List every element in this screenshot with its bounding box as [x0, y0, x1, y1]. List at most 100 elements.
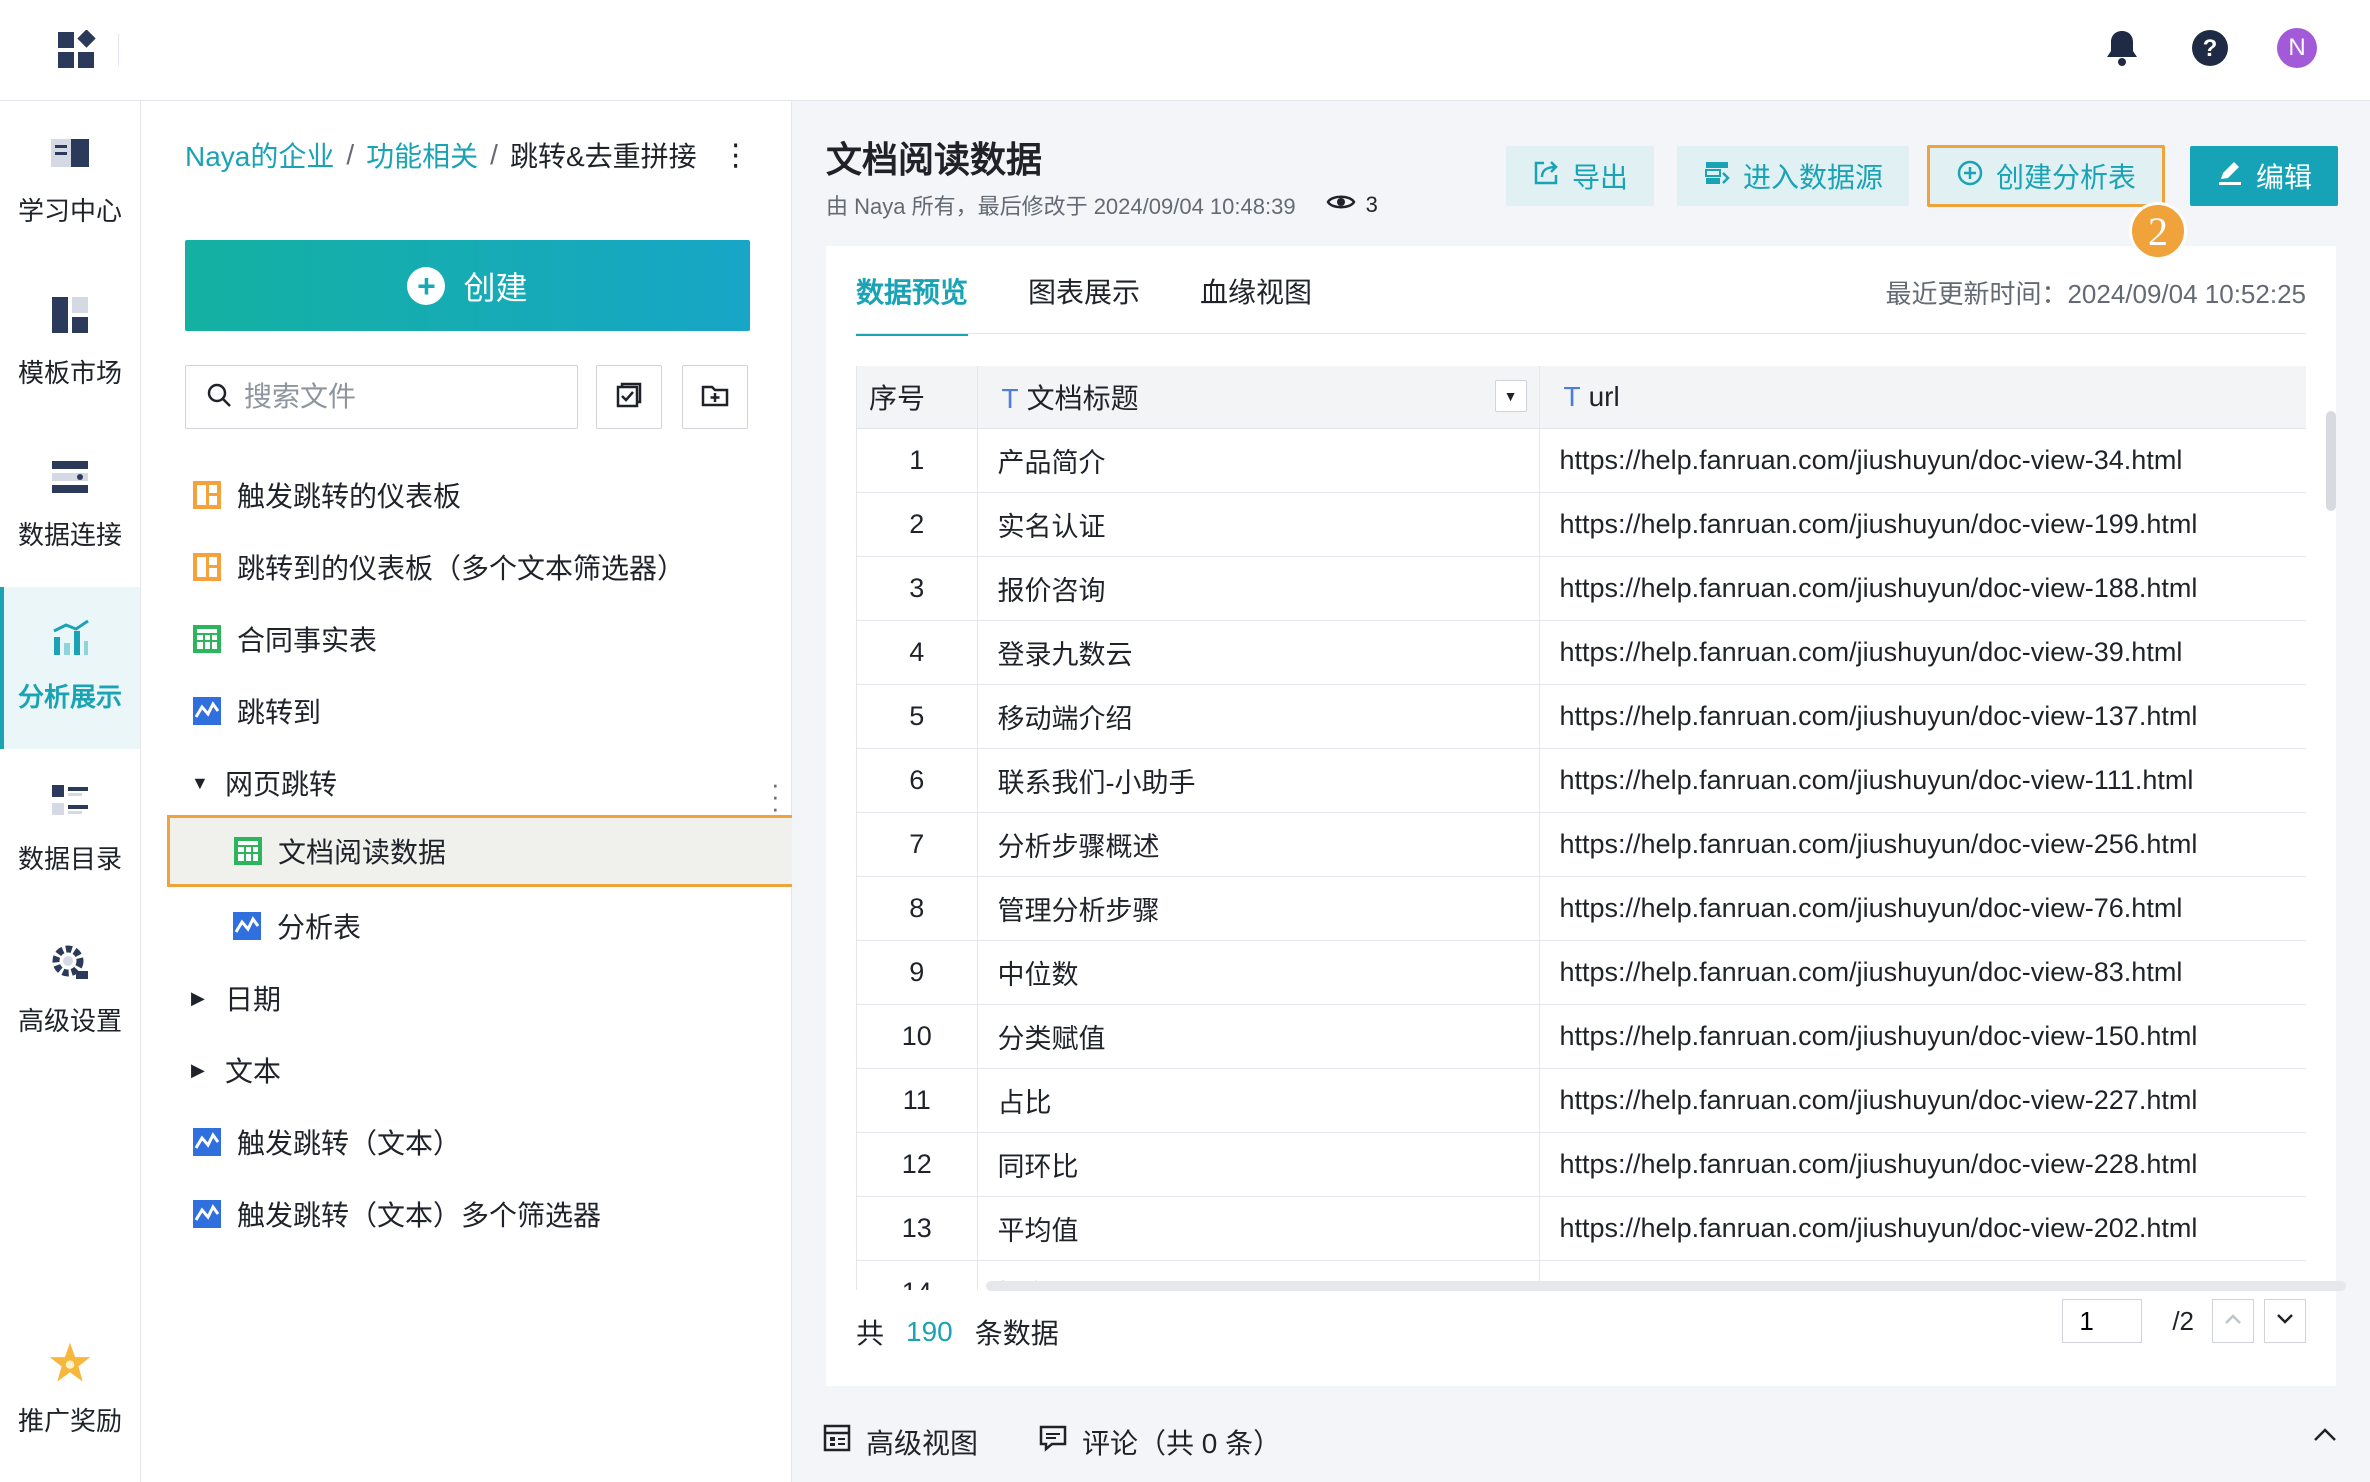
- table-row[interactable]: 5 移动端介绍 https://help.fanruan.com/jiushuyun…: [857, 684, 2306, 749]
- cell-title[interactable]: 登录九数云: [977, 620, 1540, 685]
- cell-title[interactable]: 同环比: [977, 1132, 1540, 1197]
- cell-url[interactable]: https://help.fanruan.com/jiushuyun/doc-v…: [1539, 1004, 2306, 1069]
- prev-page-button[interactable]: [2212, 1299, 2254, 1343]
- caret-right-icon[interactable]: ▶: [191, 1060, 211, 1081]
- help-icon[interactable]: ?: [2190, 28, 2230, 68]
- caret-down-icon[interactable]: ▼: [191, 773, 211, 794]
- tree-item-analysis[interactable]: 触发跳转（文本）: [191, 1112, 461, 1172]
- table-row[interactable]: 12 同环比 https://help.fanruan.com/jiushuyun/…: [857, 1132, 2306, 1197]
- breadcrumb-link[interactable]: Naya的企业: [185, 135, 334, 175]
- cell-index[interactable]: 1: [857, 428, 978, 493]
- column-header-url[interactable]: Turl: [1539, 366, 2306, 429]
- table-row[interactable]: 2 实名认证 https://help.fanruan.com/jiushuyun/…: [857, 492, 2306, 557]
- nav-item-data-connection[interactable]: 数据连接: [0, 425, 140, 587]
- table-row[interactable]: 1 产品简介 https://help.fanruan.com/jiushuyun/…: [857, 428, 2306, 493]
- table-row[interactable]: 7 分析步骤概述 https://help.fanruan.com/jiushuyu…: [857, 812, 2306, 877]
- column-header-title[interactable]: T 文档标题 ▼: [977, 366, 1540, 429]
- cell-url[interactable]: https://help.fanruan.com/jiushuyun/doc-v…: [1539, 876, 2306, 941]
- cell-title[interactable]: 占比: [977, 1068, 1540, 1133]
- search-box[interactable]: [185, 365, 578, 429]
- nav-item-advanced-settings[interactable]: 高级设置: [0, 911, 140, 1073]
- cell-index[interactable]: 9: [857, 940, 978, 1005]
- cell-index[interactable]: 7: [857, 812, 978, 877]
- page-number-input[interactable]: [2062, 1299, 2143, 1343]
- table-row[interactable]: 6 联系我们-小助手 https://help.fanruan.com/jiushu…: [857, 748, 2306, 813]
- cell-title[interactable]: 报价咨询: [977, 556, 1540, 621]
- cell-index[interactable]: 4: [857, 620, 978, 685]
- cell-title[interactable]: 移动端介绍: [977, 684, 1540, 749]
- batch-select-button[interactable]: [596, 365, 662, 429]
- more-options-icon[interactable]: ⋮: [721, 138, 751, 173]
- table-row[interactable]: 11 占比 https://help.fanruan.com/jiushuyun/d…: [857, 1068, 2306, 1133]
- cell-index[interactable]: 12: [857, 1132, 978, 1197]
- new-folder-button[interactable]: [682, 365, 748, 429]
- cell-index[interactable]: 13: [857, 1196, 978, 1261]
- cell-url[interactable]: https://help.fanruan.com/jiushuyun/doc-v…: [1539, 684, 2306, 749]
- tree-folder-text[interactable]: ▶ 文本: [191, 1040, 281, 1100]
- apps-grid-icon[interactable]: [56, 29, 98, 72]
- nav-item-template-market[interactable]: 模板市场: [0, 263, 140, 425]
- enter-datasource-button[interactable]: 进入数据源: [1677, 146, 1910, 206]
- cell-index[interactable]: 5: [857, 684, 978, 749]
- create-analysis-table-button[interactable]: 创建分析表: [1927, 145, 2166, 207]
- tab-chart-display[interactable]: 图表展示: [1028, 246, 1140, 336]
- cell-title[interactable]: 平均值: [977, 1196, 1540, 1261]
- cell-url[interactable]: https://help.fanruan.com/jiushuyun/doc-v…: [1539, 428, 2306, 493]
- tab-data-preview[interactable]: 数据预览: [856, 246, 969, 336]
- tree-folder-web-jump[interactable]: ▼ 网页跳转: [191, 753, 337, 813]
- chevron-up-icon[interactable]: [2310, 1425, 2340, 1450]
- nav-item-learning-center[interactable]: 学习中心: [0, 101, 140, 263]
- table-row[interactable]: 8 管理分析步骤 https://help.fanruan.com/jiushuyu…: [857, 876, 2306, 941]
- nav-item-data-catalog[interactable]: 数据目录: [0, 749, 140, 911]
- tree-item-dashboard[interactable]: 触发跳转的仪表板: [191, 465, 461, 525]
- table-row[interactable]: 9 中位数 https://help.fanruan.com/jiushuyun/d…: [857, 940, 2306, 1005]
- tab-lineage-view[interactable]: 血缘视图: [1200, 246, 1312, 336]
- table-row[interactable]: 3 报价咨询 https://help.fanruan.com/jiushuyun/…: [857, 556, 2306, 621]
- tree-folder-date[interactable]: ▶ 日期: [191, 968, 281, 1028]
- table-row[interactable]: 13 平均值 https://help.fanruan.com/jiushuyun/…: [857, 1196, 2306, 1261]
- tree-item-table[interactable]: 合同事实表: [191, 609, 377, 669]
- export-button[interactable]: 导出: [1506, 146, 1655, 206]
- cell-title[interactable]: 管理分析步骤: [977, 876, 1540, 941]
- bell-icon[interactable]: [2102, 28, 2142, 68]
- cell-url[interactable]: https://help.fanruan.com/jiushuyun/doc-v…: [1539, 940, 2306, 1005]
- nav-item-promo-rewards[interactable]: 推广奖励: [0, 1311, 140, 1473]
- cell-url[interactable]: https://help.fanruan.com/jiushuyun/doc-v…: [1539, 1132, 2306, 1197]
- cell-url[interactable]: https://help.fanruan.com/jiushuyun/doc-v…: [1539, 1068, 2306, 1133]
- cell-title[interactable]: 联系我们-小助手: [977, 748, 1540, 813]
- cell-url[interactable]: https://help.fanruan.com/jiushuyun/doc-v…: [1539, 748, 2306, 813]
- breadcrumb-link[interactable]: 功能相关: [366, 135, 478, 175]
- cell-title[interactable]: 产品简介: [977, 428, 1540, 493]
- cell-title[interactable]: 实名认证: [977, 492, 1540, 557]
- cell-title[interactable]: 分类赋值: [977, 1004, 1540, 1069]
- nav-item-analysis-display[interactable]: 分析展示: [0, 587, 140, 749]
- cell-index[interactable]: 6: [857, 748, 978, 813]
- advanced-view-button[interactable]: 高级视图: [822, 1422, 978, 1462]
- cell-url[interactable]: https://help.fanruan.com/jiushuyun/doc-v…: [1539, 492, 2306, 557]
- cell-index[interactable]: 11: [857, 1068, 978, 1133]
- cell-url[interactable]: https://help.fanruan.com/jiushuyun/doc-v…: [1539, 1196, 2306, 1261]
- cell-url[interactable]: https://help.fanruan.com/jiushuyun/doc-v…: [1539, 812, 2306, 877]
- caret-right-icon[interactable]: ▶: [191, 988, 211, 1009]
- cell-index[interactable]: 8: [857, 876, 978, 941]
- vertical-scrollbar[interactable]: [2326, 411, 2336, 511]
- cell-index[interactable]: 3: [857, 556, 978, 621]
- resize-handle[interactable]: · · ·: [771, 771, 780, 821]
- table-row[interactable]: 4 登录九数云 https://help.fanruan.com/jiushuyun…: [857, 620, 2306, 685]
- horizontal-scrollbar[interactable]: [986, 1281, 2346, 1291]
- tree-item-dashboard[interactable]: 跳转到的仪表板（多个文本筛选器）: [191, 537, 685, 597]
- tree-item-analysis[interactable]: 跳转到: [191, 681, 321, 741]
- cell-index[interactable]: 14: [857, 1260, 978, 1290]
- avatar[interactable]: N: [2277, 28, 2317, 68]
- column-header-index[interactable]: 序号: [857, 366, 978, 429]
- comments-button[interactable]: 评论（共 0 条）: [1038, 1422, 1281, 1462]
- cell-index[interactable]: 10: [857, 1004, 978, 1069]
- table-row[interactable]: 10 分类赋值 https://help.fanruan.com/jiushuyun…: [857, 1004, 2306, 1069]
- tree-item-analysis[interactable]: 触发跳转（文本）多个筛选器: [191, 1184, 601, 1244]
- cell-url[interactable]: https://help.fanruan.com/jiushuyun/doc-v…: [1539, 620, 2306, 685]
- tree-item-analysis[interactable]: 分析表: [231, 896, 361, 956]
- cell-title[interactable]: 分析步骤概述: [977, 812, 1540, 877]
- cell-url[interactable]: https://help.fanruan.com/jiushuyun/doc-v…: [1539, 556, 2306, 621]
- create-button[interactable]: + 创建: [185, 240, 750, 331]
- dropdown-arrow-icon[interactable]: ▼: [1494, 380, 1527, 412]
